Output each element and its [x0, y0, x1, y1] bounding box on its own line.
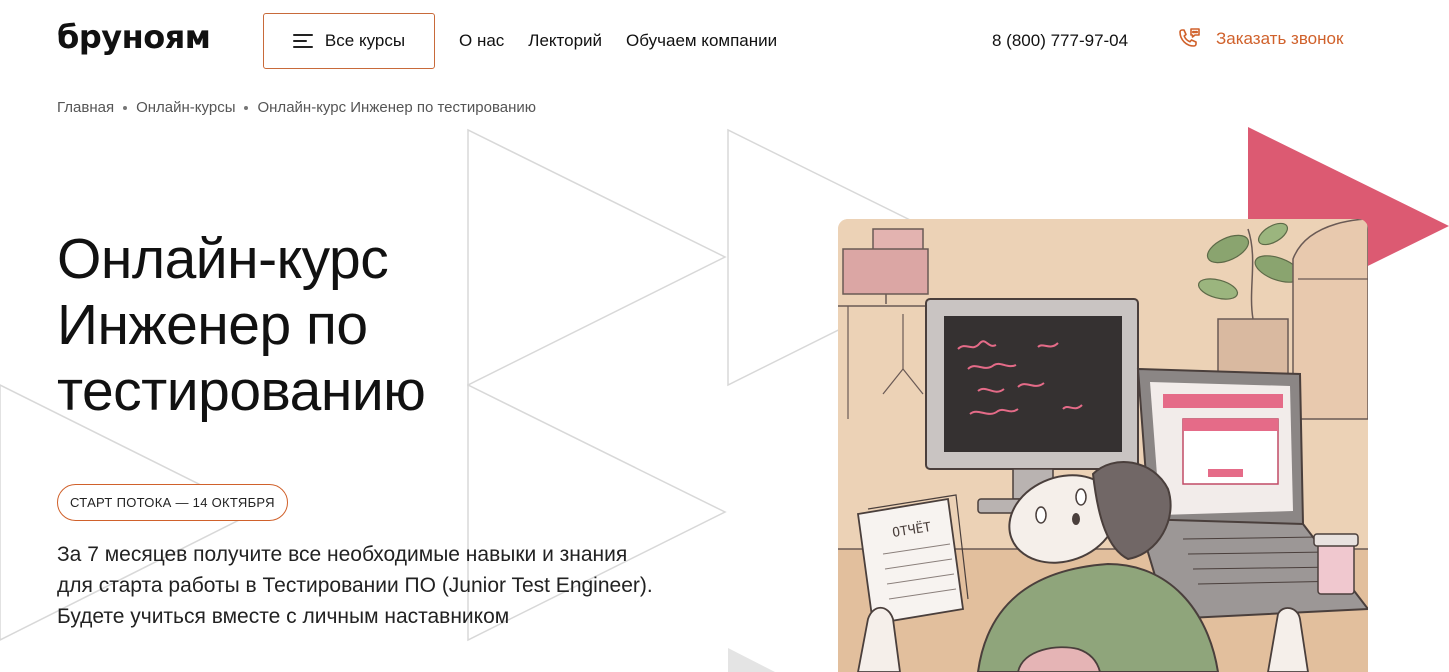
site-header: бруноям Все курсы О нас Лекторий Обучаем… [0, 0, 1449, 82]
page-title: Онлайн-курс Инженер по тестированию [57, 226, 757, 424]
breadcrumb-separator [244, 105, 249, 110]
start-date-badge: СТАРТ ПОТОКА — 14 ОКТЯБРЯ [57, 484, 288, 521]
breadcrumb-online-courses[interactable]: Онлайн-курсы [136, 99, 235, 116]
nav-about[interactable]: О нас [459, 31, 504, 51]
breadcrumb-separator [123, 105, 128, 110]
site-logo[interactable]: бруноям [57, 18, 211, 56]
page-title-line: Онлайн-курс [57, 227, 389, 291]
breadcrumb-current: Онлайн-курс Инженер по тестированию [257, 99, 537, 116]
phone-chat-icon [1179, 28, 1200, 47]
description-line: За 7 месяцев получите все необходимые на… [57, 543, 628, 566]
page-title-line: Инженер по [57, 293, 368, 357]
request-call-button[interactable]: Заказать звонок [1176, 26, 1343, 52]
nav-lectures[interactable]: Лекторий [528, 31, 602, 51]
all-courses-button[interactable]: Все курсы [263, 13, 435, 69]
main-nav: О нас Лекторий Обучаем компании [459, 31, 777, 51]
hero-illustration: ОТЧЁТ [838, 219, 1368, 672]
phone-number[interactable]: 8 (800) 777-97-04 [992, 31, 1128, 51]
page-title-line: тестированию [57, 359, 426, 423]
description-line: для старта работы в Тестировании ПО (Jun… [57, 574, 653, 597]
breadcrumb-home[interactable]: Главная [57, 99, 114, 116]
course-description: За 7 месяцев получите все необходимые на… [57, 539, 817, 632]
nav-corporate[interactable]: Обучаем компании [626, 31, 777, 51]
menu-icon [292, 34, 313, 48]
all-courses-label: Все курсы [324, 31, 406, 50]
description-line: Будете учиться вместе с личным наставник… [57, 605, 510, 628]
tester-at-computer-illustration: ОТЧЁТ [838, 219, 1368, 672]
breadcrumb: Главная Онлайн-курсы Онлайн-курс Инженер… [57, 99, 536, 116]
request-call-label: Заказать звонок [1216, 29, 1344, 48]
